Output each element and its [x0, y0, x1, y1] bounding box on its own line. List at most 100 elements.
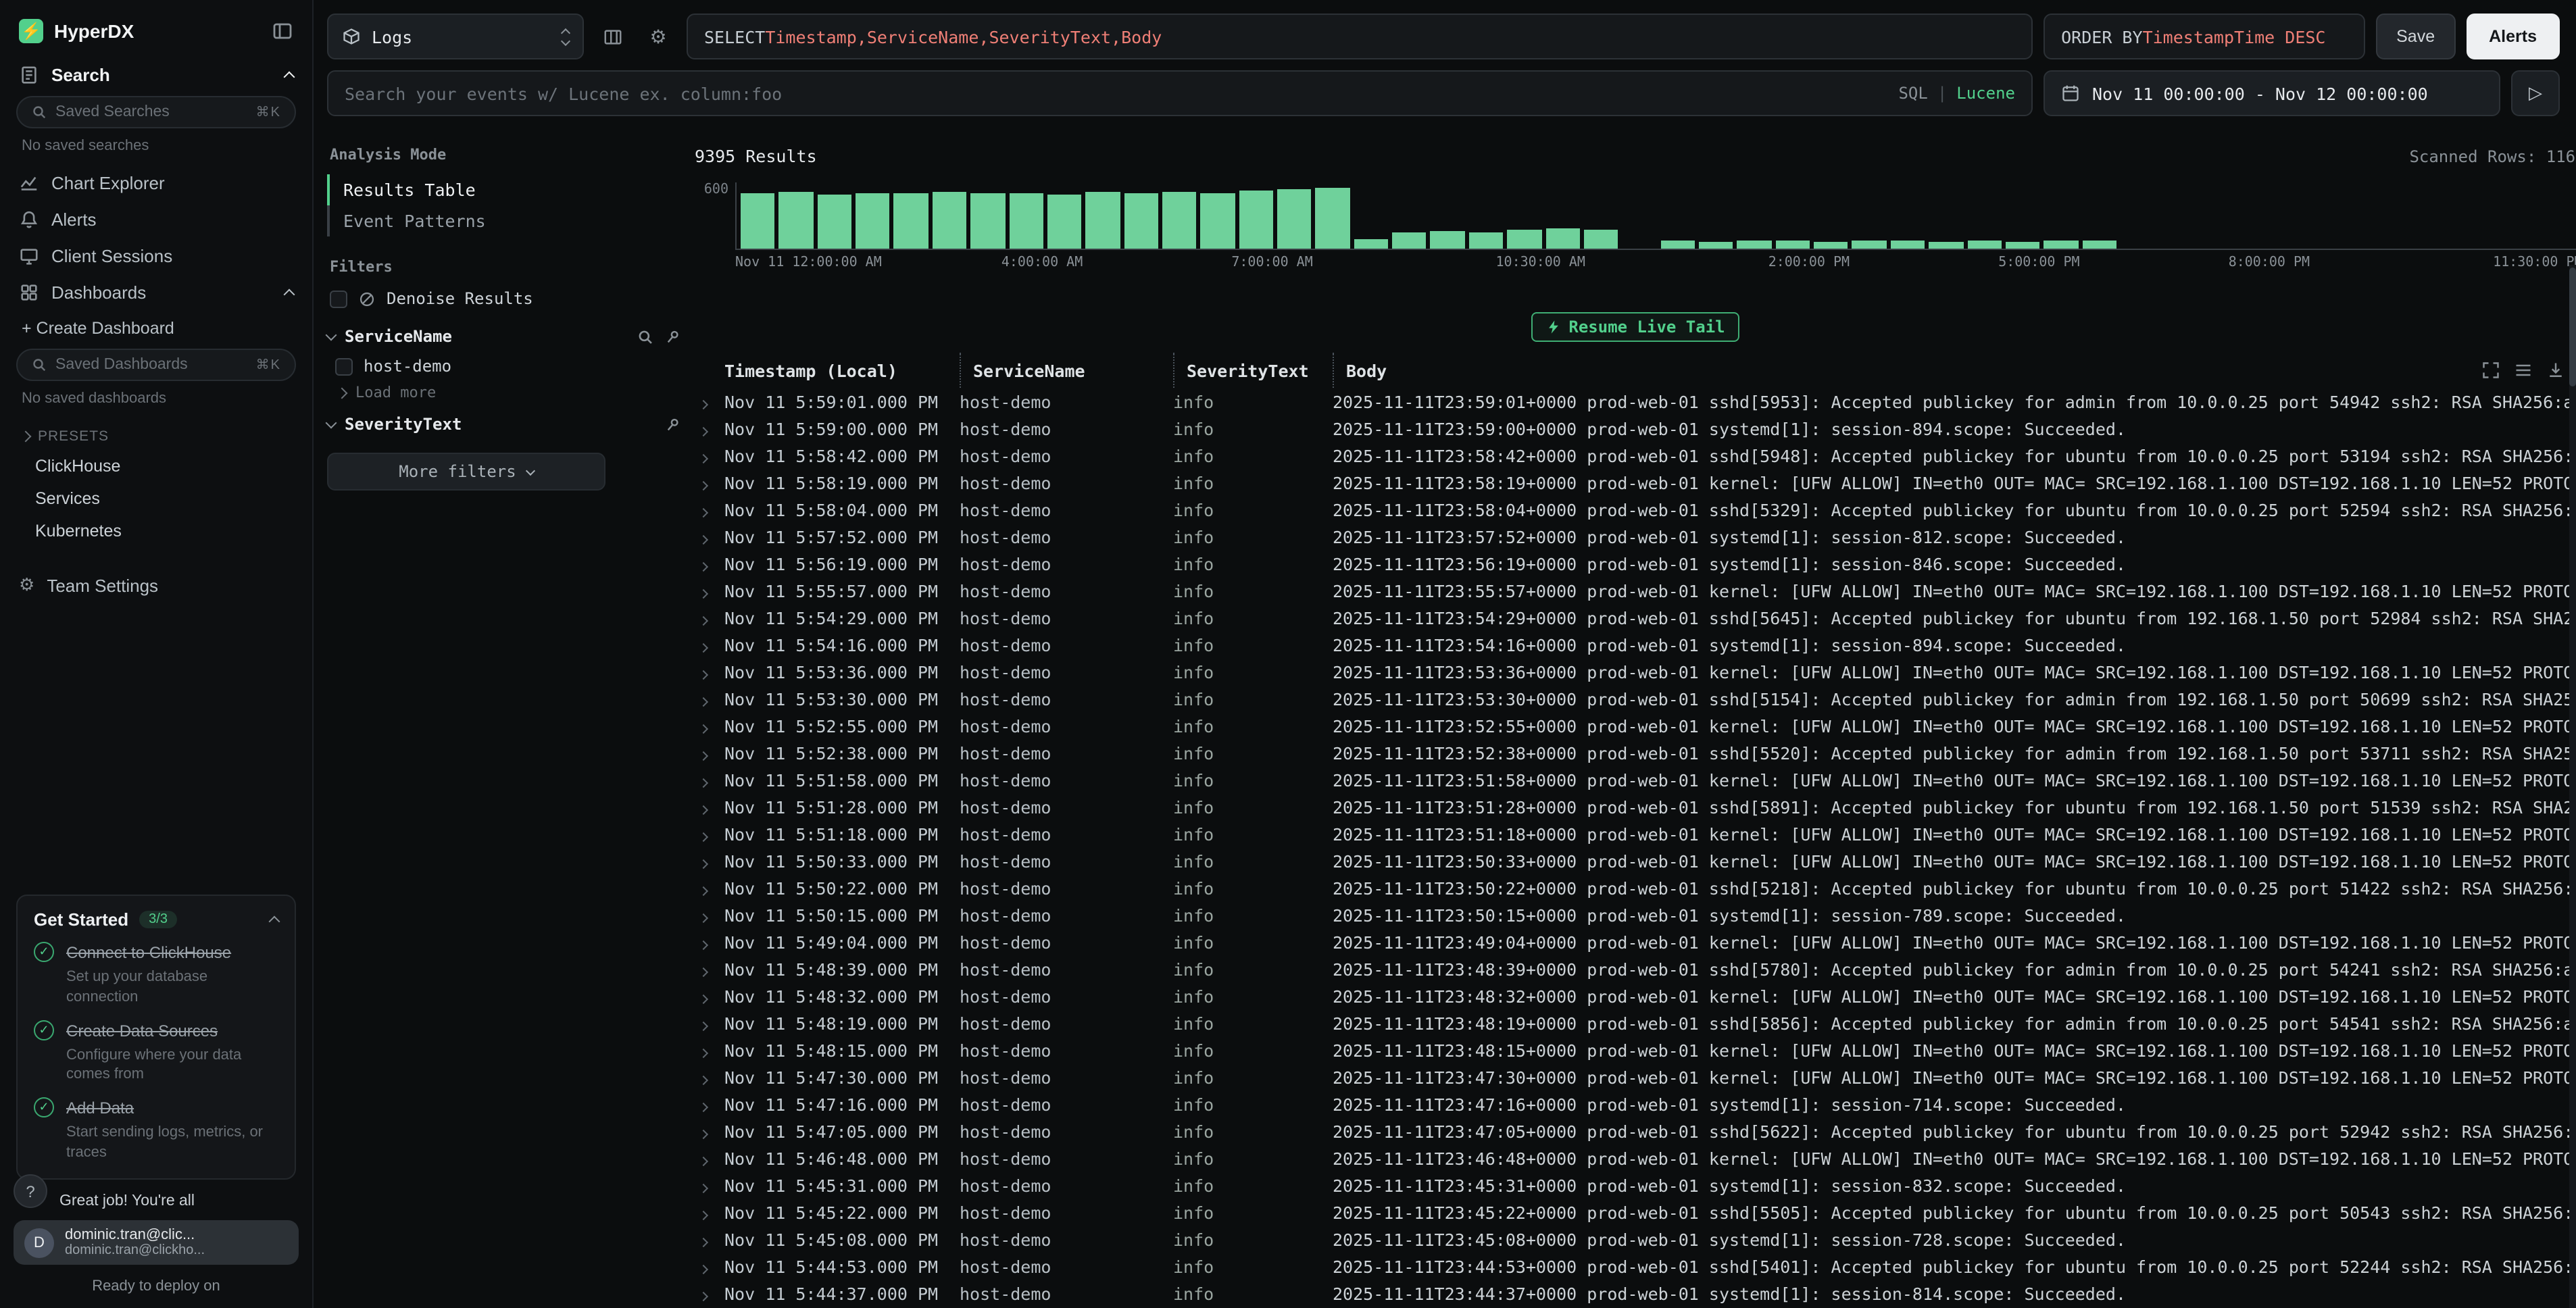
pin-icon[interactable]: [660, 324, 685, 349]
resume-live-tail-button[interactable]: Resume Live Tail: [1531, 312, 1739, 342]
preset-item-services[interactable]: Services: [0, 482, 312, 515]
orderby-input[interactable]: ORDER BY TimestampTime DESC: [2044, 14, 2365, 59]
row-expand-chevron-icon[interactable]: [695, 1121, 724, 1141]
table-row[interactable]: Nov 11 5:51:28.000 PM host-demo info 202…: [695, 793, 2576, 820]
get-started-step[interactable]: ✓ Add Data Start sending logs, metrics, …: [34, 1097, 278, 1162]
row-expand-chevron-icon[interactable]: [695, 634, 724, 655]
histogram-bar[interactable]: [2044, 241, 2078, 249]
histogram-bar[interactable]: [1775, 241, 1810, 249]
table-row[interactable]: Nov 11 5:47:16.000 PM host-demo info 202…: [695, 1090, 2576, 1117]
table-row[interactable]: Nov 11 5:54:29.000 PM host-demo info 202…: [695, 604, 2576, 631]
saved-dashboards-field[interactable]: [55, 357, 248, 373]
histogram-bar[interactable]: [1201, 193, 1235, 249]
denoise-results-toggle[interactable]: Denoise Results: [330, 289, 681, 308]
save-button[interactable]: Save: [2376, 14, 2455, 59]
facet-group-severitytext[interactable]: SeverityText: [327, 415, 681, 434]
facet-search-icon[interactable]: [637, 328, 654, 345]
row-expand-chevron-icon[interactable]: [695, 1040, 724, 1060]
row-expand-chevron-icon[interactable]: [695, 905, 724, 925]
histogram-bar[interactable]: [1584, 230, 1618, 249]
row-expand-chevron-icon[interactable]: [695, 715, 724, 736]
alerts-button[interactable]: Alerts: [2466, 14, 2560, 59]
scrollbar-thumb[interactable]: [2569, 268, 2576, 386]
load-more-button[interactable]: Load more: [338, 384, 681, 401]
histogram-bar[interactable]: [1392, 232, 1427, 249]
event-search-bar[interactable]: SQL | Lucene: [327, 70, 2033, 116]
histogram-bar[interactable]: [1316, 187, 1350, 249]
table-row[interactable]: Nov 11 5:58:42.000 PM host-demo info 202…: [695, 442, 2576, 469]
table-row[interactable]: Nov 11 5:44:37.000 PM host-demo info 202…: [695, 1280, 2576, 1307]
mode-results-table[interactable]: Results Table: [327, 174, 681, 205]
row-expand-chevron-icon[interactable]: [695, 743, 724, 763]
table-row[interactable]: Nov 11 5:57:52.000 PM host-demo info 202…: [695, 523, 2576, 550]
saved-searches-input[interactable]: ⌘K: [16, 96, 296, 128]
table-row[interactable]: Nov 11 5:44:53.000 PM host-demo info 202…: [695, 1253, 2576, 1280]
table-row[interactable]: Nov 11 5:47:30.000 PM host-demo info 202…: [695, 1063, 2576, 1090]
row-expand-chevron-icon[interactable]: [695, 851, 724, 871]
row-expand-chevron-icon[interactable]: [695, 445, 724, 466]
facet-checkbox[interactable]: [335, 357, 353, 375]
histogram-bar[interactable]: [1354, 238, 1389, 249]
row-expand-chevron-icon[interactable]: [695, 959, 724, 979]
row-expand-chevron-icon[interactable]: [695, 824, 724, 844]
histogram-bar[interactable]: [1545, 229, 1580, 249]
table-row[interactable]: Nov 11 5:56:19.000 PM host-demo info 202…: [695, 550, 2576, 577]
row-density-icon[interactable]: [2514, 361, 2533, 380]
sidebar-item-dashboards[interactable]: Dashboards: [0, 274, 312, 311]
histogram-bar[interactable]: [1124, 193, 1158, 249]
histogram-bar[interactable]: [779, 192, 814, 249]
histogram-bar[interactable]: [2006, 241, 2040, 249]
row-expand-chevron-icon[interactable]: [695, 472, 724, 493]
help-button[interactable]: ?: [14, 1174, 47, 1208]
table-row[interactable]: Nov 11 5:59:00.000 PM host-demo info 202…: [695, 415, 2576, 442]
get-started-step[interactable]: ✓ Create Data Sources Configure where yo…: [34, 1019, 278, 1084]
histogram-bar[interactable]: [1737, 241, 1772, 249]
select-query-input[interactable]: SELECT Timestamp,ServiceName,SeverityTex…: [687, 14, 2033, 59]
histogram-bar[interactable]: [970, 194, 1005, 249]
sidebar-item-search[interactable]: Search: [0, 57, 312, 93]
histogram-bar[interactable]: [856, 193, 890, 249]
table-row[interactable]: Nov 11 5:58:19.000 PM host-demo info 202…: [695, 469, 2576, 496]
create-dashboard-button[interactable]: + Create Dashboard: [0, 311, 312, 346]
table-row[interactable]: Nov 11 5:49:04.000 PM host-demo info 202…: [695, 928, 2576, 955]
table-row[interactable]: Nov 11 5:45:31.000 PM host-demo info 202…: [695, 1172, 2576, 1199]
row-expand-chevron-icon[interactable]: [695, 1067, 724, 1087]
row-expand-chevron-icon[interactable]: [695, 1283, 724, 1303]
table-row[interactable]: Nov 11 5:58:04.000 PM host-demo info 202…: [695, 496, 2576, 523]
table-row[interactable]: Nov 11 5:55:57.000 PM host-demo info 202…: [695, 577, 2576, 604]
source-select[interactable]: Logs: [327, 14, 584, 59]
histogram-bar[interactable]: [1009, 193, 1043, 249]
column-header-timestamp[interactable]: Timestamp (Local): [724, 360, 960, 380]
source-settings-icon-button[interactable]: ⚙: [641, 19, 676, 54]
mode-event-patterns[interactable]: Event Patterns: [327, 205, 681, 236]
table-row[interactable]: Nov 11 5:52:38.000 PM host-demo info 202…: [695, 739, 2576, 766]
histogram-bar[interactable]: [1239, 191, 1273, 249]
table-row[interactable]: Nov 11 5:48:19.000 PM host-demo info 202…: [695, 1009, 2576, 1036]
row-expand-chevron-icon[interactable]: [695, 1175, 724, 1195]
table-row[interactable]: Nov 11 5:50:33.000 PM host-demo info 202…: [695, 847, 2576, 874]
table-row[interactable]: Nov 11 5:54:16.000 PM host-demo info 202…: [695, 631, 2576, 658]
column-header-servicename[interactable]: ServiceName: [960, 353, 1173, 388]
facet-option-host-demo[interactable]: host-demo: [335, 357, 681, 376]
histogram-bar[interactable]: [2082, 241, 2116, 249]
table-row[interactable]: Nov 11 5:59:01.000 PM host-demo info 202…: [695, 388, 2576, 415]
preset-item-kubernetes[interactable]: Kubernetes: [0, 515, 312, 547]
facet-group-servicename[interactable]: ServiceName: [327, 327, 681, 346]
table-row[interactable]: Nov 11 5:48:15.000 PM host-demo info 202…: [695, 1036, 2576, 1063]
saved-searches-field[interactable]: [55, 104, 248, 120]
row-expand-chevron-icon[interactable]: [695, 1202, 724, 1222]
table-row[interactable]: Nov 11 5:53:36.000 PM host-demo info 202…: [695, 658, 2576, 685]
histogram-bar[interactable]: [894, 193, 928, 249]
row-expand-chevron-icon[interactable]: [695, 932, 724, 952]
row-expand-chevron-icon[interactable]: [695, 553, 724, 574]
more-filters-button[interactable]: More filters: [327, 453, 605, 490]
histogram-bar[interactable]: [1929, 242, 1963, 249]
histogram-bar[interactable]: [1967, 241, 2002, 249]
table-columns-icon-button[interactable]: [595, 19, 630, 54]
run-query-button[interactable]: ▷: [2511, 70, 2560, 116]
histogram-bar[interactable]: [1047, 194, 1082, 249]
histogram-bar[interactable]: [1469, 232, 1504, 249]
user-menu[interactable]: D dominic.tran@clic... dominic.tran@clic…: [14, 1220, 299, 1265]
sidebar-item-client-sessions[interactable]: Client Sessions: [0, 238, 312, 274]
table-scrollbar[interactable]: [2569, 265, 2576, 1308]
